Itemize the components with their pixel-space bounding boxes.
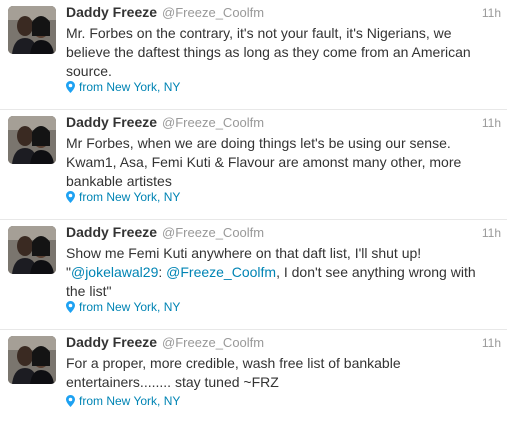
tweet-item[interactable]: Daddy Freeze @Freeze_Coolfm 11h Mr. Forb… <box>0 0 507 110</box>
tweet-timeline: Daddy Freeze @Freeze_Coolfm 11h Mr. Forb… <box>0 0 507 424</box>
avatar[interactable] <box>8 6 56 54</box>
mention-link[interactable]: @jokelawal29 <box>71 264 158 280</box>
map-pin-icon <box>66 81 75 93</box>
tweet-header: Daddy Freeze @Freeze_Coolfm 11h <box>66 114 501 134</box>
tweet-text: Show me Femi Kuti anywhere on that daft … <box>66 244 498 301</box>
tweet-location-link[interactable]: from New York, NY <box>66 300 180 314</box>
tweet-location-link[interactable]: from New York, NY <box>66 190 180 204</box>
tweet-text: Mr Forbes, when we are doing things let'… <box>66 135 462 189</box>
tweet-item[interactable]: Daddy Freeze @Freeze_Coolfm 11h Show me … <box>0 220 507 330</box>
tweet-header: Daddy Freeze @Freeze_Coolfm 11h <box>66 334 501 354</box>
tweet-item[interactable]: Daddy Freeze @Freeze_Coolfm 11h For a pr… <box>0 330 507 424</box>
tweet-text: Mr. Forbes on the contrary, it's not you… <box>66 25 471 79</box>
mention-link[interactable]: @Freeze_Coolfm <box>166 264 276 280</box>
tweet-timestamp[interactable]: 11h <box>482 116 501 130</box>
tweet-author-name[interactable]: Daddy Freeze <box>66 224 157 240</box>
tweet-item[interactable]: Daddy Freeze @Freeze_Coolfm 11h Mr Forbe… <box>0 110 507 220</box>
tweet-author-handle[interactable]: @Freeze_Coolfm <box>162 115 264 130</box>
tweet-location-link[interactable]: from New York, NY <box>66 80 180 94</box>
tweet-header: Daddy Freeze @Freeze_Coolfm 11h <box>66 4 501 24</box>
tweet-location-link[interactable]: from New York, NY <box>66 394 180 408</box>
tweet-author-handle[interactable]: @Freeze_Coolfm <box>162 5 264 20</box>
avatar[interactable] <box>8 336 56 384</box>
tweet-text-part: : <box>158 264 167 280</box>
tweet-author-handle[interactable]: @Freeze_Coolfm <box>162 225 264 240</box>
tweet-timestamp[interactable]: 11h <box>482 6 501 20</box>
tweet-author-name[interactable]: Daddy Freeze <box>66 4 157 20</box>
tweet-timestamp[interactable]: 11h <box>482 336 501 350</box>
tweet-author-name[interactable]: Daddy Freeze <box>66 334 157 350</box>
tweet-author-handle[interactable]: @Freeze_Coolfm <box>162 335 264 350</box>
tweet-location-label: from New York, NY <box>79 394 181 408</box>
map-pin-icon <box>66 395 75 407</box>
tweet-header: Daddy Freeze @Freeze_Coolfm 11h <box>66 224 501 244</box>
map-pin-icon <box>66 191 75 203</box>
map-pin-icon <box>66 301 75 313</box>
tweet-location-label: from New York, NY <box>79 80 181 94</box>
avatar[interactable] <box>8 116 56 164</box>
avatar[interactable] <box>8 226 56 274</box>
tweet-text: For a proper, more credible, wash free l… <box>66 355 401 390</box>
tweet-timestamp[interactable]: 11h <box>482 226 501 240</box>
tweet-location-label: from New York, NY <box>79 300 181 314</box>
tweet-author-name[interactable]: Daddy Freeze <box>66 114 157 130</box>
tweet-location-label: from New York, NY <box>79 190 181 204</box>
